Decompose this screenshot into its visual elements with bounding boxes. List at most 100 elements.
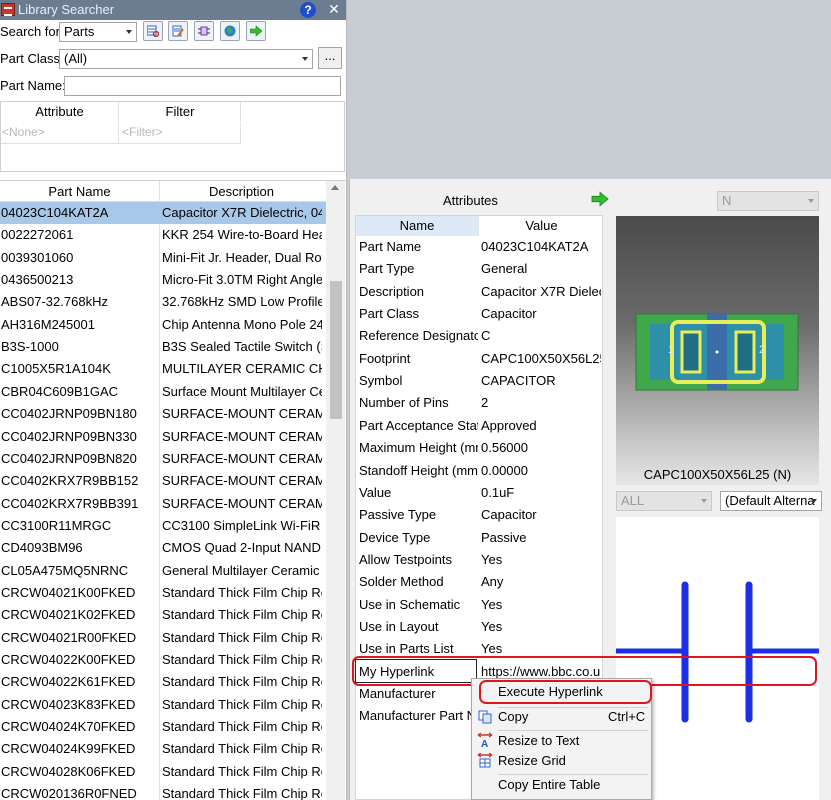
close-icon[interactable]: ✕ bbox=[326, 1, 342, 18]
table-row[interactable]: CRCW04021K00FKED Standard Thick Film Chip… bbox=[0, 582, 326, 604]
filter-placeholder[interactable]: <Filter> bbox=[122, 125, 163, 139]
table-row[interactable]: CD4093BM96 CMOS Quad 2-Input NAND S bbox=[0, 537, 326, 559]
copy-entire-table-menu-item[interactable]: Copy Entire Table bbox=[472, 774, 653, 796]
attribute-row[interactable]: Part Class Capacitor bbox=[356, 303, 602, 325]
attribute-row[interactable]: Part Name 04023C104KAT2A bbox=[356, 236, 602, 258]
menu-item-label: Copy Entire Table bbox=[498, 777, 601, 792]
table-row[interactable]: CRCW04022K00FKED Standard Thick Film Chip… bbox=[0, 649, 326, 671]
attribute-row[interactable]: Use in Layout Yes bbox=[356, 616, 602, 638]
footprint-preview[interactable]: 1 2 CAPC100X50X56L25 (N) bbox=[616, 216, 819, 485]
attribute-row[interactable]: Standoff Height (mm) 0.00000 bbox=[356, 460, 602, 482]
attribute-row[interactable]: Part Acceptance StatusApproved bbox=[356, 415, 602, 437]
attribute-value-cell: 04023C104KAT2A bbox=[481, 239, 589, 254]
search-button[interactable] bbox=[143, 21, 163, 41]
attribute-row[interactable]: Footprint CAPC100X50X56L25 (N bbox=[356, 348, 602, 370]
help-icon[interactable]: ? bbox=[300, 2, 316, 18]
copy-menu-item[interactable]: Copy Ctrl+C bbox=[472, 706, 653, 728]
attribute-column-header[interactable]: Attribute bbox=[1, 102, 119, 122]
description-column-header[interactable]: Description bbox=[160, 184, 323, 199]
resize-to-text-menu-item[interactable]: A Resize to Text bbox=[472, 730, 653, 752]
search-for-select[interactable]: Parts bbox=[59, 22, 137, 42]
table-row[interactable]: CRCW04023K83FKED Standard Thick Film Chip… bbox=[0, 694, 326, 716]
attribute-value-cell: CAPACITOR bbox=[481, 373, 556, 389]
table-row[interactable]: CRCW04021R00FKED Standard Thick Film Chip… bbox=[0, 627, 326, 649]
description-cell: MULTILAYER CERAMIC CHIP C bbox=[162, 361, 322, 377]
table-row[interactable]: CC0402JRNP09BN180 SURFACE-MOUNT CERAMIC N bbox=[0, 403, 326, 425]
part-name-cell: B3S-1000 bbox=[1, 339, 59, 355]
part-name-cell: CRCW04021K00FKED bbox=[1, 584, 136, 600]
menu-item-label: Copy bbox=[498, 709, 529, 724]
attribute-row[interactable]: Description Capacitor X7R Dielectri bbox=[356, 281, 602, 303]
table-row[interactable]: CRCW04024K70FKED Standard Thick Film Chip… bbox=[0, 716, 326, 738]
part-name-column-header[interactable]: Part Name bbox=[0, 184, 159, 199]
attribute-row[interactable]: Reference Designator C bbox=[356, 325, 602, 347]
table-row[interactable]: CBR04C609B1GAC Surface Mount Multilayer C… bbox=[0, 381, 326, 403]
attribute-row[interactable]: Maximum Height (mm) 0.56000 bbox=[356, 437, 602, 459]
attribute-value-cell: C bbox=[481, 328, 491, 344]
attribute-placeholder[interactable]: <None> bbox=[2, 125, 45, 139]
table-row[interactable]: CRCW04028K06FKED Standard Thick Film Chip… bbox=[0, 761, 326, 783]
symbol-filter-select[interactable]: ALL bbox=[616, 491, 712, 511]
table-row[interactable]: CRCW04022K61FKED Standard Thick Film Chip… bbox=[0, 671, 326, 693]
attribute-name-cell: Manufacturer Part Number bbox=[359, 708, 478, 724]
table-row[interactable]: CRCW04021K02FKED Standard Thick Film Chip… bbox=[0, 604, 326, 626]
scroll-thumb[interactable] bbox=[330, 281, 342, 419]
table-row[interactable]: CRCW020136R0FNED Standard Thick Film Chip… bbox=[0, 783, 326, 800]
table-row[interactable]: ABS07-32.768kHz 32.768kHz SMD Low Profile… bbox=[0, 291, 326, 313]
part-name-input[interactable] bbox=[64, 76, 341, 96]
green-arrow-right-icon[interactable] bbox=[591, 191, 609, 207]
attribute-name-cell: Part Type bbox=[359, 261, 415, 277]
attribute-value-cell: 0.00000 bbox=[481, 462, 528, 478]
attribute-row[interactable]: Number of Pins 2 bbox=[356, 392, 602, 414]
scroll-up-icon[interactable] bbox=[331, 185, 339, 190]
parts-table: Part Name Description 04023C104KAT2A Capa… bbox=[0, 180, 346, 800]
pin-2-label: 2 bbox=[759, 344, 766, 356]
go-button[interactable] bbox=[246, 21, 266, 41]
table-row[interactable]: C1005X5R1A104K MULTILAYER CERAMIC CHIP C bbox=[0, 358, 326, 380]
description-cell: Standard Thick Film Chip Resi bbox=[162, 607, 322, 623]
attribute-row[interactable]: Part Type General bbox=[356, 258, 602, 280]
parts-scrollbar[interactable] bbox=[326, 181, 345, 800]
description-cell: Standard Thick Film Chip Resi bbox=[162, 786, 322, 800]
name-column-header[interactable]: Name bbox=[356, 216, 478, 236]
table-row[interactable]: AH316M245001 Chip Antenna Mono Pole 240 bbox=[0, 314, 326, 336]
table-row[interactable]: CC0402JRNP09BN330 SURFACE-MOUNT CERAMIC N bbox=[0, 426, 326, 448]
attribute-name-cell: Standoff Height (mm) bbox=[359, 462, 478, 478]
attribute-row[interactable]: Symbol CAPACITOR bbox=[356, 370, 602, 392]
table-row[interactable]: 0039301060 Mini-Fit Jr. Header, Dual Row, bbox=[0, 247, 326, 269]
part-class-select[interactable]: (All) bbox=[59, 49, 313, 69]
filter-column-header[interactable]: Filter bbox=[120, 102, 241, 122]
attribute-row[interactable]: Passive Type Capacitor bbox=[356, 504, 602, 526]
part-class-browse-button[interactable]: ... bbox=[318, 47, 342, 69]
view-select[interactable]: N bbox=[717, 191, 819, 211]
attribute-name-cell: Solder Method bbox=[359, 574, 444, 590]
table-row[interactable]: CC3100R11MRGC CC3100 SimpleLink Wi-FiR Ne bbox=[0, 515, 326, 537]
table-row[interactable]: B3S-1000 B3S Sealed Tactile Switch (SM bbox=[0, 336, 326, 358]
resize-grid-menu-item[interactable]: Resize Grid bbox=[472, 750, 653, 772]
table-row[interactable]: CC0402KRX7R9BB391 SURFACE-MOUNT CERAMIC N bbox=[0, 493, 326, 515]
table-row[interactable]: CC0402KRX7R9BB152 SURFACE-MOUNT CERAMIC N bbox=[0, 470, 326, 492]
copy-icon bbox=[478, 710, 492, 724]
green-arrow-right-icon bbox=[250, 25, 262, 37]
table-row[interactable]: 0436500213 Micro-Fit 3.0TM Right Angle I bbox=[0, 269, 326, 291]
attribute-row[interactable]: Allow Testpoints Yes bbox=[356, 549, 602, 571]
component-button[interactable] bbox=[194, 21, 214, 41]
table-row[interactable]: 0022272061 KKR 254 Wire-to-Board Head bbox=[0, 224, 326, 246]
table-row[interactable]: CRCW04024K99FKED Standard Thick Film Chip… bbox=[0, 738, 326, 760]
attribute-name-cell: Number of Pins bbox=[359, 395, 449, 411]
table-row[interactable]: CL05A475MQ5NRNC General Multilayer Cerami… bbox=[0, 560, 326, 582]
web-button[interactable] bbox=[220, 21, 240, 41]
attribute-row[interactable]: Device Type Passive bbox=[356, 527, 602, 549]
table-row[interactable]: CC0402JRNP09BN820 SURFACE-MOUNT CERAMIC N bbox=[0, 448, 326, 470]
table-row[interactable]: 04023C104KAT2A Capacitor X7R Dielectric, … bbox=[0, 202, 326, 224]
attribute-row[interactable]: Solder Method Any bbox=[356, 571, 602, 593]
attribute-row[interactable]: Value 0.1uF bbox=[356, 482, 602, 504]
symbol-alternate-select[interactable]: (Default Alterna bbox=[720, 491, 822, 511]
value-column-header[interactable]: Value bbox=[478, 216, 602, 236]
attribute-name-cell: Maximum Height (mm) bbox=[359, 440, 478, 456]
part-name-label: Part Name: bbox=[0, 78, 66, 93]
edit-button[interactable] bbox=[168, 21, 188, 41]
attribute-row[interactable]: Use in Schematic Yes bbox=[356, 594, 602, 616]
description-cell: Standard Thick Film Chip Resi bbox=[162, 629, 322, 645]
description-cell: Capacitor X7R Dielectric, 0402 bbox=[162, 205, 322, 220]
